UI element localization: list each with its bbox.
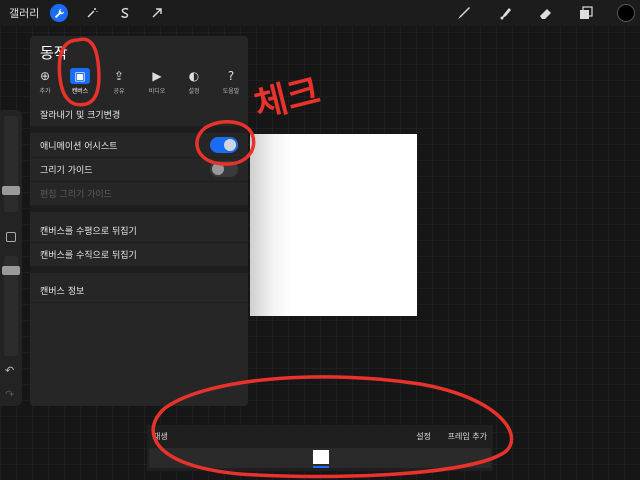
crop-resize-label: 잘라내기 및 크기변경 <box>40 111 121 121</box>
share-icon: ⇪ <box>113 69 125 83</box>
current-color-swatch[interactable] <box>617 4 635 22</box>
redo-icon[interactable]: ↷ <box>5 388 14 401</box>
opacity-thumb[interactable] <box>2 266 20 275</box>
canvas-info-item[interactable]: 캔버스 정보 <box>30 279 248 303</box>
flip-vertical-item[interactable]: 캔버스를 수직으로 뒤집기 <box>30 243 248 267</box>
modify-button[interactable] <box>6 232 16 242</box>
opacity-slider[interactable] <box>2 256 20 356</box>
undo-icon[interactable]: ↶ <box>5 364 14 377</box>
smudge-icon[interactable] <box>497 4 515 22</box>
gallery-button[interactable]: 갤러리 <box>9 5 39 21</box>
brush-size-slider[interactable] <box>2 116 20 212</box>
selection-s-icon[interactable] <box>116 4 134 22</box>
tab-label: 도움말 <box>222 88 240 95</box>
brush-icon[interactable] <box>455 4 473 22</box>
section-divider <box>30 267 248 273</box>
eraser-icon[interactable] <box>537 4 555 22</box>
add-frame-button[interactable]: 프레임 추가 <box>448 431 487 442</box>
drawing-guide-toggle[interactable] <box>210 161 238 177</box>
frame-thumbnail[interactable] <box>313 450 329 464</box>
actions-tabs: ⊕ 추가 ▣ 캔버스 ⇪ 공유 ▶ 비디오 ◐ 설정 ? 도움말 <box>30 68 248 98</box>
animation-assist-toggle[interactable] <box>210 137 238 153</box>
annotation-text: 체크 <box>250 71 324 127</box>
edit-drawing-guide-label: 편집 그리기 가이드 <box>40 190 112 200</box>
tab-prefs[interactable]: ◐ 설정 <box>179 68 209 98</box>
tab-share[interactable]: ⇪ 공유 <box>104 68 134 98</box>
add-icon: ⊕ <box>39 69 51 83</box>
animation-assist-bar: 재생 설정 프레임 추가 <box>147 425 493 471</box>
flip-horizontal-label: 캔버스를 수평으로 뒤집기 <box>40 227 137 237</box>
tab-label: 공유 <box>113 88 125 95</box>
top-toolbar: 갤러리 <box>0 0 640 26</box>
help-icon: ? <box>227 69 235 83</box>
drawing-canvas[interactable] <box>250 134 417 316</box>
tab-add[interactable]: ⊕ 추가 <box>30 68 60 98</box>
tab-label: 비디오 <box>148 88 166 95</box>
animation-assist-label: 애니메이션 어시스트 <box>40 142 118 152</box>
toggle-knob <box>224 139 236 151</box>
section-divider <box>30 206 248 212</box>
panel-title: 동작 <box>40 44 68 62</box>
drawing-guide-label: 그리기 가이드 <box>40 166 93 176</box>
layers-icon[interactable] <box>577 4 595 22</box>
tab-label: 캔버스 <box>71 88 89 95</box>
toggle-knob <box>212 163 224 175</box>
play-icon: ▶ <box>152 69 162 83</box>
current-frame-indicator <box>313 466 329 468</box>
tab-label: 추가 <box>39 88 51 95</box>
play-button[interactable]: 재생 <box>153 431 168 442</box>
tab-canvas[interactable]: ▣ 캔버스 <box>65 68 95 98</box>
edit-drawing-guide-item: 편집 그리기 가이드 <box>30 182 248 206</box>
canvas-info-label: 캔버스 정보 <box>40 287 85 297</box>
flip-horizontal-item[interactable]: 캔버스를 수평으로 뒤집기 <box>30 219 248 243</box>
tab-video[interactable]: ▶ 비디오 <box>142 68 172 98</box>
wrench-icon[interactable] <box>50 4 68 22</box>
magic-wand-icon[interactable] <box>83 4 101 22</box>
section-divider <box>30 127 248 133</box>
animation-assist-item[interactable]: 애니메이션 어시스트 <box>30 134 248 158</box>
frame-timeline[interactable] <box>149 448 491 468</box>
toggle-icon: ◐ <box>188 69 200 83</box>
crop-resize-item[interactable]: 잘라내기 및 크기변경 <box>30 103 248 127</box>
arrow-transform-icon[interactable] <box>148 4 166 22</box>
drawing-guide-item[interactable]: 그리기 가이드 <box>30 158 248 182</box>
actions-panel: 동작 ⊕ 추가 ▣ 캔버스 ⇪ 공유 ▶ 비디오 ◐ 설정 ? 도움말 잘라내기… <box>30 36 248 406</box>
canvas-icon: ▣ <box>70 68 90 84</box>
tab-help[interactable]: ? 도움말 <box>216 68 246 98</box>
brush-size-thumb[interactable] <box>2 186 20 195</box>
animation-settings-button[interactable]: 설정 <box>416 431 431 442</box>
flip-vertical-label: 캔버스를 수직으로 뒤집기 <box>40 251 137 261</box>
tab-label: 설정 <box>188 88 200 95</box>
left-sidebar: ↶ ↷ <box>0 110 22 406</box>
